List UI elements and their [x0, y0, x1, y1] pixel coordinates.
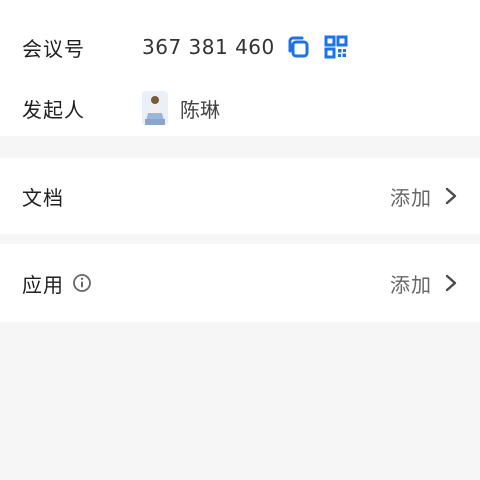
chevron-right-icon	[444, 273, 458, 293]
chevron-right-icon	[444, 186, 458, 206]
info-icon[interactable]	[72, 273, 92, 293]
documents-add-label: 添加	[390, 185, 432, 210]
meeting-id-value: 367 381 460	[142, 35, 275, 59]
apps-add-label: 添加	[390, 272, 432, 297]
avatar[interactable]	[142, 91, 168, 125]
qr-code-icon[interactable]	[323, 34, 349, 60]
documents-label: 文档	[22, 185, 64, 210]
meeting-id-row: 会议号 367 381 460	[0, 27, 480, 67]
meeting-id-value-group: 367 381 460	[142, 34, 349, 60]
documents-add-button[interactable]: 添加	[390, 182, 458, 211]
apps-add-button[interactable]: 添加	[390, 269, 458, 298]
apps-label-group: 应用	[22, 269, 92, 298]
host-label: 发起人	[22, 97, 85, 122]
apps-card[interactable]: 应用 添加	[0, 244, 480, 322]
documents-row[interactable]: 文档 添加	[0, 158, 480, 234]
documents-card[interactable]: 文档 添加	[0, 158, 480, 234]
host-row: 发起人 陈琳	[0, 88, 480, 128]
host-name: 陈琳	[180, 97, 220, 122]
meeting-id-label: 会议号	[22, 36, 85, 61]
meeting-details-page: 会议号 367 381 460 发起人 陈琳 文档 添加 应用 添加	[0, 0, 480, 480]
copy-icon[interactable]	[285, 34, 311, 60]
apps-row[interactable]: 应用 添加	[0, 244, 480, 322]
host-value-group: 陈琳	[142, 91, 220, 125]
apps-label: 应用	[22, 272, 64, 297]
meeting-info-card: 会议号 367 381 460 发起人 陈琳	[0, 0, 480, 136]
